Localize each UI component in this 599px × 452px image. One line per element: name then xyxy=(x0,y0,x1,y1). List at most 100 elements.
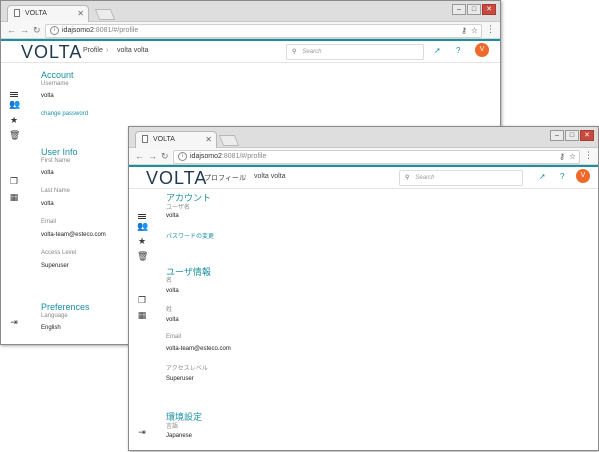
volta-logo[interactable]: VOLTA xyxy=(146,168,207,189)
minimize-button[interactable]: – xyxy=(452,4,466,15)
sidebar: 👥 ★ 🗑 ❐ ▦ ⇥ xyxy=(129,189,155,450)
kebab-menu-icon[interactable]: ⋮ xyxy=(486,24,495,35)
url-host: idajsomo2 xyxy=(62,27,94,34)
tab-title: VOLTA xyxy=(25,10,47,17)
breadcrumb-user: volta volta xyxy=(117,47,149,54)
rocket-icon[interactable]: ➚ xyxy=(539,172,546,181)
app-header: VOLTA Profile › volta volta ⚲ Search ➚ ? … xyxy=(1,39,500,63)
browser-window-japanese: VOLTA ✕ – □ ✕ ← → ↻ i idajsomo2:8081/#/prof… xyxy=(128,126,599,451)
volta-logo[interactable]: VOLTA xyxy=(21,42,82,63)
info-icon[interactable]: i xyxy=(50,25,59,35)
help-icon[interactable]: ? xyxy=(560,172,564,181)
search-placeholder: Search xyxy=(302,49,322,55)
profile-content: アカウント ユーザ名 volta パスワードの変更 ユーザ情報 名 volta … xyxy=(166,189,588,450)
user-info-heading: ユーザ情報 xyxy=(166,267,211,277)
bookmark-star-icon[interactable]: ☆ xyxy=(471,25,478,37)
collapse-icon[interactable]: ⇥ xyxy=(9,317,19,328)
key-icon[interactable]: ⚷ xyxy=(461,25,467,37)
avatar[interactable]: V xyxy=(475,43,489,57)
avatar[interactable]: V xyxy=(576,169,590,183)
username-label: ユーザ名 xyxy=(166,205,190,211)
kebab-menu-icon[interactable]: ⋮ xyxy=(584,150,593,161)
menu-icon[interactable] xyxy=(137,207,147,217)
users-icon[interactable]: 👥 xyxy=(9,99,20,110)
first-name-label: First Name xyxy=(41,158,71,164)
email-label: Email xyxy=(166,334,182,340)
url-path: :8081/#/profile xyxy=(221,153,267,160)
key-icon[interactable]: ⚷ xyxy=(559,151,565,163)
first-name-label: 名 xyxy=(166,278,173,284)
last-name-label: 姓 xyxy=(166,307,173,313)
access-level-label: アクセスレベル xyxy=(166,366,208,372)
library-icon[interactable]: ❐ xyxy=(9,176,19,187)
change-password-link[interactable]: パスワードの変更 xyxy=(166,231,214,240)
tab-title: VOLTA xyxy=(153,136,175,143)
reload-icon[interactable]: ↻ xyxy=(161,150,169,162)
trash-icon[interactable]: 🗑 xyxy=(137,251,148,262)
breadcrumb-separator: › xyxy=(244,173,247,180)
breadcrumb-profile[interactable]: Profile xyxy=(83,47,103,54)
language-value: Japanese xyxy=(166,433,193,439)
window-controls: – □ ✕ xyxy=(549,130,594,141)
info-icon[interactable]: i xyxy=(178,151,187,161)
access-level-value: Superuser xyxy=(166,376,194,382)
search-input[interactable]: ⚲ Search xyxy=(286,44,424,60)
back-icon[interactable]: ← xyxy=(7,24,16,36)
menu-icon[interactable] xyxy=(9,85,19,95)
bookmark-star-icon[interactable]: ☆ xyxy=(569,151,576,163)
new-tab-button[interactable] xyxy=(218,135,240,146)
search-icon: ⚲ xyxy=(292,49,297,55)
breadcrumb-profile[interactable]: プロフィール xyxy=(204,173,246,183)
search-input[interactable]: ⚲ Search xyxy=(399,170,523,186)
trash-icon[interactable]: 🗑 xyxy=(9,130,20,141)
star-icon[interactable]: ★ xyxy=(9,115,19,126)
page-icon xyxy=(14,9,20,17)
username-value: volta xyxy=(166,213,179,219)
rocket-icon[interactable]: ➚ xyxy=(434,46,441,55)
close-window-button[interactable]: ✕ xyxy=(580,130,594,141)
search-icon: ⚲ xyxy=(405,175,410,181)
maximize-button[interactable]: □ xyxy=(565,130,579,141)
url-field[interactable]: i idajsomo2:8081/#/profile ⚷ ☆ xyxy=(173,150,580,164)
collapse-icon[interactable]: ⇥ xyxy=(137,427,147,438)
close-tab-icon[interactable]: ✕ xyxy=(205,132,212,148)
star-icon[interactable]: ★ xyxy=(137,236,147,247)
email-value: volta-team@esteco.com xyxy=(41,232,106,238)
tab-bar: VOLTA ✕ – □ ✕ xyxy=(129,127,598,148)
change-password-link[interactable]: change password xyxy=(41,111,88,117)
window-controls: – □ ✕ xyxy=(451,4,496,15)
help-icon[interactable]: ? xyxy=(456,46,460,55)
breadcrumb-user: volta volta xyxy=(254,173,286,180)
sidebar: 👥 ★ 🗑 ❐ ▦ ⇥ xyxy=(1,63,27,344)
close-tab-icon[interactable]: ✕ xyxy=(77,6,84,22)
address-bar: ← → ↻ i idajsomo2:8081/#/profile ⚷ ☆ ⋮ xyxy=(1,22,500,39)
app-header: VOLTA プロフィール › volta volta ⚲ Search ➚ ? V xyxy=(129,165,598,189)
users-icon[interactable]: 👥 xyxy=(137,221,148,232)
last-name-label: Last Name xyxy=(41,188,71,194)
user-info-heading: User Info xyxy=(41,147,78,157)
reload-icon[interactable]: ↻ xyxy=(33,24,41,36)
browser-tab[interactable]: VOLTA ✕ xyxy=(135,131,217,148)
back-icon[interactable]: ← xyxy=(135,150,144,162)
last-name-value: volta xyxy=(41,201,54,207)
url-field[interactable]: i idajsomo2:8081/#/profile ⚷ ☆ xyxy=(45,24,482,38)
url-path: :8081/#/profile xyxy=(93,27,139,34)
minimize-button[interactable]: – xyxy=(550,130,564,141)
preferences-heading: Preferences xyxy=(41,302,90,312)
language-label: Language xyxy=(41,313,68,319)
grid-icon[interactable]: ▦ xyxy=(9,192,19,203)
account-heading: Account xyxy=(41,70,74,80)
first-name-value: volta xyxy=(41,170,54,176)
first-name-value: volta xyxy=(166,288,179,294)
close-window-button[interactable]: ✕ xyxy=(482,4,496,15)
access-level-label: Access Level xyxy=(41,250,77,256)
maximize-button[interactable]: □ xyxy=(467,4,481,15)
browser-tab[interactable]: VOLTA ✕ xyxy=(7,5,89,22)
email-label: Email xyxy=(41,219,57,225)
library-icon[interactable]: ❐ xyxy=(137,295,147,306)
grid-icon[interactable]: ▦ xyxy=(137,310,147,321)
forward-icon[interactable]: → xyxy=(148,150,157,162)
forward-icon[interactable]: → xyxy=(20,24,29,36)
new-tab-button[interactable] xyxy=(94,9,116,20)
address-bar: ← → ↻ i idajsomo2:8081/#/profile ⚷ ☆ ⋮ xyxy=(129,148,598,165)
